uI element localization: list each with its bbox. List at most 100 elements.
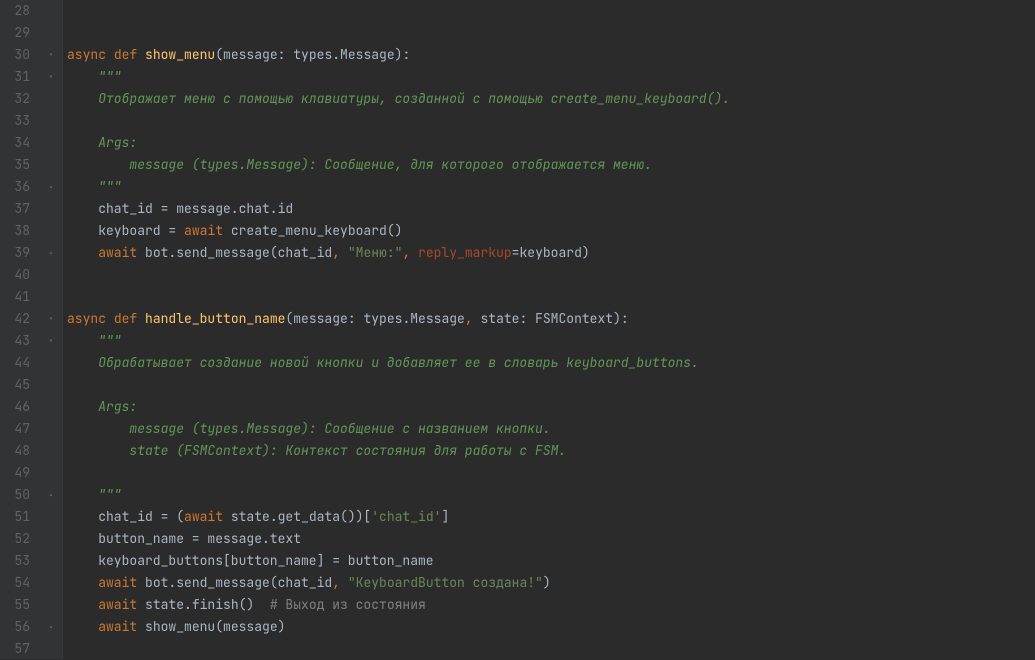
token-def: def [114, 310, 145, 327]
fold-marker-icon[interactable]: ▾ [46, 336, 56, 346]
line-number: 41 [8, 286, 30, 308]
fold-marker-icon[interactable]: ▴ [46, 248, 56, 258]
line-number: 33 [8, 110, 30, 132]
token-var: ] [441, 508, 449, 525]
code-line[interactable]: await show_menu(message) [67, 616, 1035, 638]
code-line[interactable]: chat_id = (await state.get_data())['chat… [67, 506, 1035, 528]
code-line[interactable]: await state.finish() # Выход из состояни… [67, 594, 1035, 616]
code-line[interactable]: """ [67, 484, 1035, 506]
token-str: "Меню:" [348, 244, 403, 261]
line-number: 36 [8, 176, 30, 198]
token-kw: async [67, 310, 114, 327]
code-line[interactable]: """ [67, 330, 1035, 352]
fold-marker-icon[interactable]: ▾ [46, 72, 56, 82]
fold-marker-icon[interactable]: ▴ [46, 182, 56, 192]
code-line[interactable] [67, 638, 1035, 660]
code-line[interactable]: async def handle_button_name(message: ty… [67, 308, 1035, 330]
token-var: bot.send_message(chat_id [137, 244, 332, 261]
token-kw: await [184, 508, 223, 525]
code-line[interactable] [67, 110, 1035, 132]
token-param: message [223, 46, 278, 63]
token-var: keyboard = [98, 222, 184, 239]
code-line[interactable]: chat_id = message.chat.id [67, 198, 1035, 220]
line-number: 43 [8, 330, 30, 352]
line-number: 32 [8, 88, 30, 110]
code-line[interactable]: await bot.send_message(chat_id, "Меню:",… [67, 242, 1035, 264]
token-docstr: Обрабатывает создание новой кнопки и доб… [98, 354, 699, 371]
token-docstr: """ [98, 68, 121, 85]
token-punct: : types.Message): [278, 46, 411, 63]
token-var: show_menu(message) [137, 618, 285, 635]
code-editor: 2829303132333435363738394041424344454647… [0, 0, 1035, 659]
code-line[interactable]: """ [67, 176, 1035, 198]
token-punct: : FSMContext): [519, 310, 628, 327]
code-line[interactable]: async def show_menu(message: types.Messa… [67, 44, 1035, 66]
token-paramname: reply_markup [418, 244, 512, 261]
token-comma: , [402, 244, 418, 261]
fold-marker-icon[interactable]: ▾ [46, 50, 56, 60]
code-line[interactable]: """ [67, 66, 1035, 88]
line-number: 47 [8, 418, 30, 440]
code-line[interactable] [67, 264, 1035, 286]
token-docstr: Args: [98, 398, 137, 415]
token-comma: , [332, 574, 348, 591]
code-line[interactable]: message (types.Message): Сообщение, для … [67, 154, 1035, 176]
code-line[interactable]: Обрабатывает создание новой кнопки и доб… [67, 352, 1035, 374]
token-var: button_name = message.text [98, 530, 301, 547]
token-fn: show_menu [145, 46, 215, 63]
token-str: 'chat_id' [371, 508, 441, 525]
line-number: 34 [8, 132, 30, 154]
token-docstr: """ [98, 486, 121, 503]
line-number: 44 [8, 352, 30, 374]
line-number: 51 [8, 506, 30, 528]
line-number: 40 [8, 264, 30, 286]
code-line[interactable] [67, 462, 1035, 484]
line-number: 42 [8, 308, 30, 330]
code-line[interactable]: message (types.Message): Сообщение с наз… [67, 418, 1035, 440]
code-line[interactable]: Отображает меню с помощью клавиатуры, со… [67, 88, 1035, 110]
line-number: 52 [8, 528, 30, 550]
code-line[interactable]: keyboard_buttons[button_name] = button_n… [67, 550, 1035, 572]
line-number: 45 [8, 374, 30, 396]
token-def: def [114, 46, 145, 63]
token-docstr: message (types.Message): Сообщение, для … [129, 156, 652, 173]
code-line[interactable]: Args: [67, 396, 1035, 418]
token-punct: : types.Message [348, 310, 465, 327]
token-fn: handle_button_name [145, 310, 285, 327]
code-line[interactable]: button_name = message.text [67, 528, 1035, 550]
line-number: 31 [8, 66, 30, 88]
line-number: 30 [8, 44, 30, 66]
line-number: 39 [8, 242, 30, 264]
line-number: 35 [8, 154, 30, 176]
code-line[interactable] [67, 22, 1035, 44]
line-number: 28 [8, 0, 30, 22]
token-kw: await [184, 222, 223, 239]
line-number: 48 [8, 440, 30, 462]
code-area[interactable]: async def show_menu(message: types.Messa… [62, 0, 1035, 659]
line-number: 29 [8, 22, 30, 44]
fold-marker-icon[interactable]: ▴ [46, 622, 56, 632]
token-kw: await [98, 596, 137, 613]
code-line[interactable]: await bot.send_message(chat_id, "Keyboar… [67, 572, 1035, 594]
code-line[interactable]: state (FSMContext): Контекст состояния д… [67, 440, 1035, 462]
token-docstr: Отображает меню с помощью клавиатуры, со… [98, 90, 730, 107]
line-number: 38 [8, 220, 30, 242]
line-number: 54 [8, 572, 30, 594]
token-kw: await [98, 244, 137, 261]
token-comma: , [465, 310, 481, 327]
code-line[interactable] [67, 374, 1035, 396]
code-line[interactable] [67, 0, 1035, 22]
token-docstr: Args: [98, 134, 137, 151]
fold-marker-icon[interactable]: ▴ [46, 490, 56, 500]
token-param: message [293, 310, 348, 327]
code-line[interactable]: keyboard = await create_menu_keyboard() [67, 220, 1035, 242]
token-docstr: state (FSMContext): Контекст состояния д… [129, 442, 566, 459]
fold-marker-icon[interactable]: ▾ [46, 314, 56, 324]
line-number: 50 [8, 484, 30, 506]
line-number: 53 [8, 550, 30, 572]
code-line[interactable] [67, 286, 1035, 308]
line-number: 37 [8, 198, 30, 220]
code-line[interactable]: Args: [67, 132, 1035, 154]
token-kw: async [67, 46, 114, 63]
line-number: 57 [8, 638, 30, 660]
